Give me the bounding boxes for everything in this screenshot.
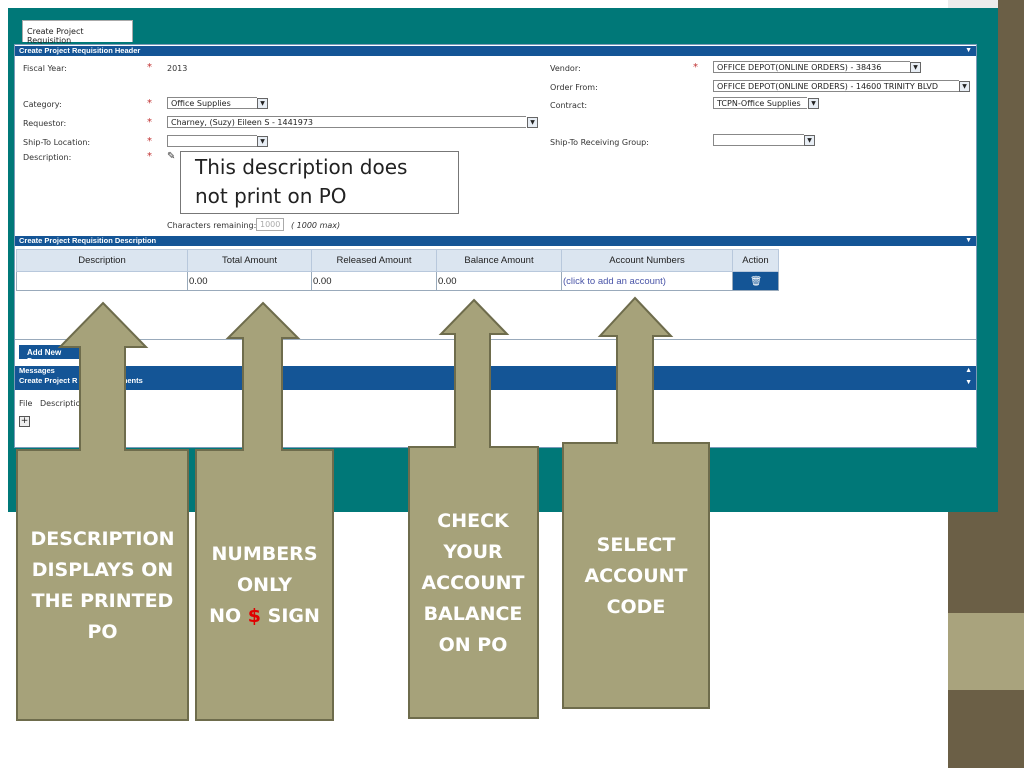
callout-sign: SIGN [267,605,320,627]
arrow-total-amount [195,301,334,721]
callout-balance: CHECK YOUR ACCOUNT BALANCE ON PO [421,510,525,656]
callout-no: NO [209,605,242,627]
callout-description: DESCRIPTION DISPLAYS ON THE PRINTED PO [30,528,175,643]
callout-no-dollar: NO $ SIGN [196,601,333,632]
dollar-sign: $ [247,605,262,627]
callout-numbers: NUMBERS ONLY NO $ SIGN [196,539,333,632]
arrow-description [16,301,189,721]
arrow-account [562,296,710,709]
callout-numbers-text: NUMBERS ONLY [211,543,318,596]
callout-account: SELECT ACCOUNT CODE [584,534,688,618]
